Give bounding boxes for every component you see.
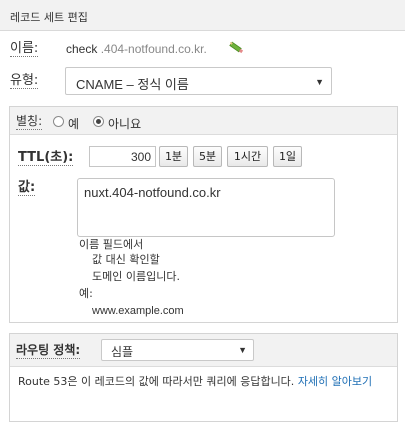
value-content: nuxt.404-notfound.co.kr (84, 185, 221, 200)
ttl-1min-button[interactable]: 1분 (159, 146, 188, 167)
ttl-5min-button[interactable]: 5분 (193, 146, 222, 167)
type-label: 유형: (10, 73, 39, 89)
edit-pencil-icon[interactable] (228, 40, 244, 57)
ttl-value: 300 (130, 150, 151, 164)
help-line-1: 이름 필드에서 (79, 238, 144, 251)
alias-label: 별칭: (16, 114, 43, 130)
help-example-value: www.example.com (92, 305, 184, 317)
alias-yes-radio[interactable] (53, 116, 64, 127)
help-example-label: 예: (79, 287, 93, 300)
page-title: 레코드 세트 편집 (10, 11, 88, 24)
ttl-1day-button[interactable]: 1일 (273, 146, 302, 167)
routing-description-text: Route 53은 이 레코드의 값에 따라서만 쿼리에 응답합니다. (18, 375, 295, 388)
value-label: 값: (18, 180, 36, 196)
value-textarea[interactable]: nuxt.404-notfound.co.kr (77, 178, 335, 237)
learn-more-link[interactable]: 자세히 알아보기 (298, 375, 372, 388)
name-field[interactable]: check .404-notfound.co.kr. (66, 42, 207, 56)
name-value: check (66, 42, 98, 56)
type-selected: CNAME – 정식 이름 (76, 77, 189, 92)
help-line-2: 값 대신 확인할 (92, 253, 160, 266)
domain-suffix: .404-notfound.co.kr. (100, 42, 207, 56)
chevron-down-icon: ▼ (238, 345, 247, 355)
alias-no-radio[interactable] (93, 116, 104, 127)
routing-policy-selected: 심플 (111, 345, 134, 359)
ttl-input[interactable]: 300 (89, 146, 156, 167)
chevron-down-icon: ▼ (315, 77, 324, 87)
routing-description: Route 53은 이 레코드의 값에 따라서만 쿼리에 응답합니다. 자세히 … (18, 374, 398, 390)
alias-yes-label[interactable]: 예 (68, 115, 79, 132)
alias-no-label[interactable]: 아니요 (108, 115, 141, 132)
edit-record-set-header: 레코드 세트 편집 (0, 0, 405, 31)
routing-policy-select[interactable]: 심플 ▼ (101, 339, 254, 361)
type-select[interactable]: CNAME – 정식 이름 ▼ (65, 67, 332, 95)
ttl-label: TTL(초): (18, 150, 74, 166)
name-label: 이름: (10, 41, 39, 57)
routing-policy-label: 라우팅 정책: (16, 343, 81, 359)
ttl-1hour-button[interactable]: 1시간 (227, 146, 268, 167)
help-line-3: 도메인 이름입니다. (92, 270, 180, 283)
